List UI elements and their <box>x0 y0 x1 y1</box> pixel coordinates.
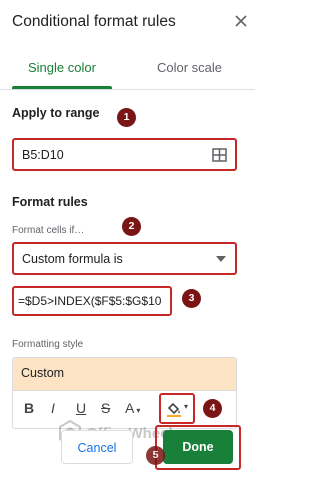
panel-title: Conditional format rules <box>12 13 176 30</box>
style-preview[interactable]: Custom <box>13 358 236 390</box>
condition-value: Custom formula is <box>22 252 123 266</box>
active-tab-indicator <box>12 86 112 89</box>
tab-single-color[interactable]: Single color <box>28 60 96 75</box>
tab-color-scale[interactable]: Color scale <box>157 60 222 75</box>
condition-dropdown[interactable]: Custom formula is <box>12 242 237 275</box>
cancel-button[interactable]: Cancel <box>61 430 133 464</box>
style-preview-text: Custom <box>21 366 65 380</box>
grid-select-icon[interactable] <box>212 148 227 162</box>
annotation-marker-5: 5 <box>146 446 165 465</box>
panel-header: Conditional format rules <box>0 0 255 46</box>
tab-bar: Single color Color scale <box>0 50 255 90</box>
chevron-down-icon: ▾ <box>184 402 189 411</box>
formatting-style-label: Formatting style <box>12 339 84 350</box>
formatting-style-box: Custom B I U S A ▾ <box>12 357 237 429</box>
apply-range-label: Apply to range <box>12 106 100 120</box>
chevron-down-icon: ▾ <box>136 406 141 415</box>
formula-value: =$D5>INDEX($F$5:$G$10 <box>18 294 162 308</box>
done-button[interactable]: Done <box>163 430 233 464</box>
dropdown-arrow-icon <box>216 256 226 262</box>
annotation-marker-3: 3 <box>182 289 201 308</box>
close-icon[interactable] <box>233 13 249 29</box>
italic-button[interactable]: I <box>51 400 55 416</box>
formula-input[interactable]: =$D5>INDEX($F$5:$G$10 <box>12 286 172 316</box>
bold-button[interactable]: B <box>24 400 34 416</box>
format-rules-label: Format rules <box>12 195 88 209</box>
underline-button[interactable]: U <box>76 400 86 416</box>
range-value: B5:D10 <box>22 148 64 162</box>
range-input[interactable]: B5:D10 <box>12 138 237 171</box>
paint-bucket-icon <box>167 402 181 417</box>
condition-label: Format cells if… <box>12 225 85 236</box>
strikethrough-button[interactable]: S <box>101 400 110 416</box>
annotation-marker-4: 4 <box>203 399 222 418</box>
annotation-marker-2: 2 <box>122 217 141 236</box>
text-color-label: A <box>125 400 135 416</box>
text-color-button[interactable]: A ▾ <box>125 400 140 416</box>
annotation-marker-1: 1 <box>117 108 136 127</box>
